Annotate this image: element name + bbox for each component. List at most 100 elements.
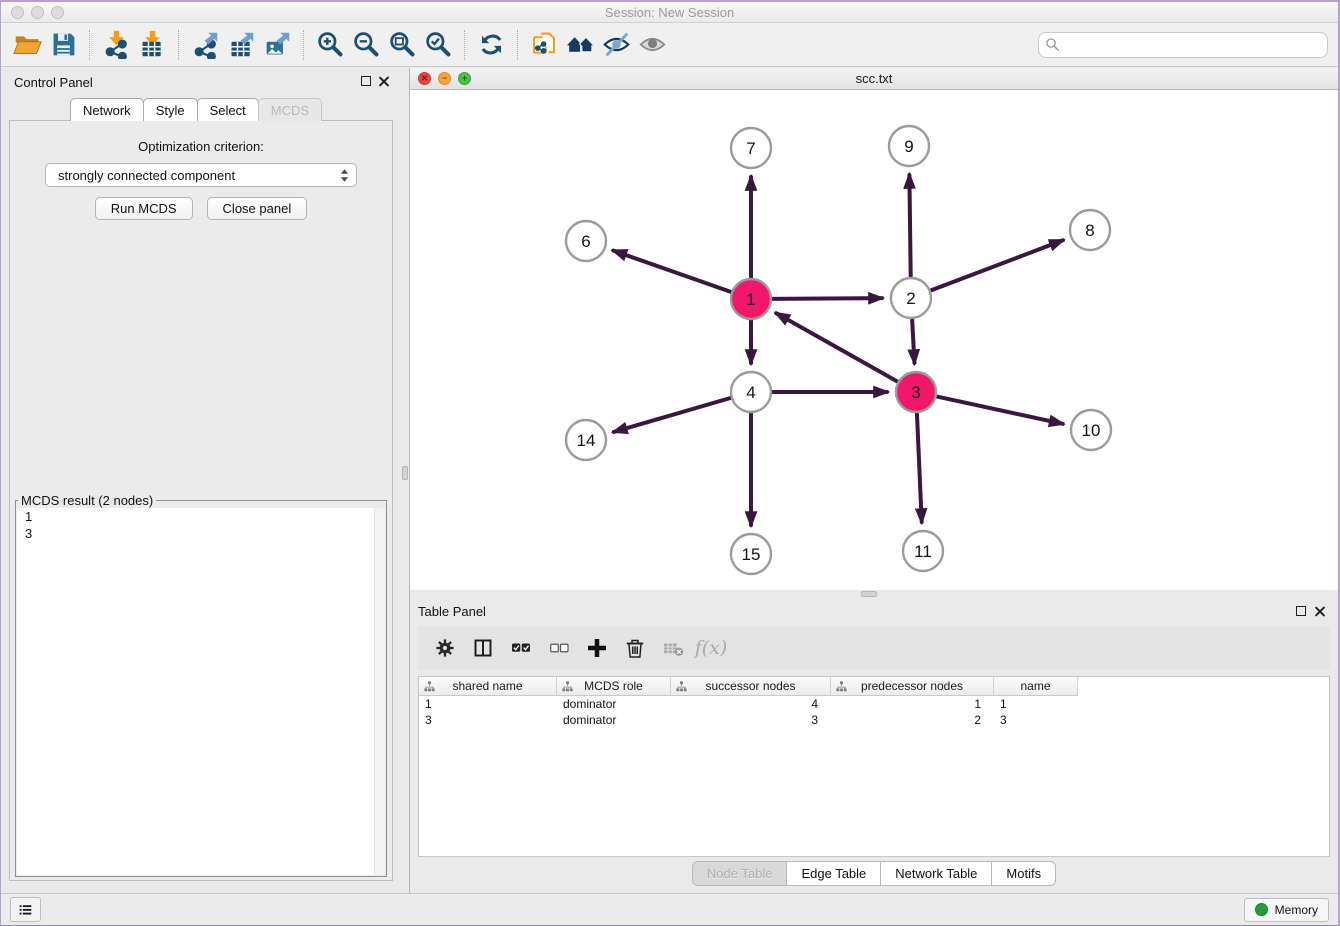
minimize-window-icon[interactable] <box>31 6 44 19</box>
tab-network[interactable]: Network <box>70 98 144 121</box>
table-row[interactable]: 3dominator323 <box>419 712 1329 728</box>
graph-edge-3-10[interactable] <box>937 396 1063 423</box>
graph-edge-1-2[interactable] <box>772 298 882 299</box>
maximize-network-icon[interactable]: + <box>458 72 471 85</box>
zoom-in-button[interactable] <box>312 27 348 63</box>
export-network-button[interactable] <box>187 27 223 63</box>
graph-node-11[interactable]: 11 <box>903 531 943 571</box>
minimize-network-icon[interactable]: − <box>438 72 451 85</box>
table-cell-name[interactable]: 1 <box>994 696 1078 712</box>
graph-node-14[interactable]: 14 <box>566 420 606 460</box>
graph-node-8[interactable]: 8 <box>1070 210 1110 250</box>
result-scrollbar[interactable] <box>374 508 385 875</box>
network-graph[interactable]: 7 9 6 8 1 2 4 3 14 10 15 11 <box>410 90 1340 590</box>
table-cell-mcds-role[interactable]: dominator <box>557 712 671 728</box>
column-header-name[interactable]: name <box>994 677 1078 696</box>
network-window-title: scc.txt <box>856 71 893 86</box>
graph-node-3[interactable]: 3 <box>896 372 936 412</box>
column-header-mcds-role[interactable]: MCDS role <box>557 677 671 696</box>
table-row[interactable]: 1dominator411 <box>419 696 1329 712</box>
graph-edge-2-9[interactable] <box>909 175 910 277</box>
table-cell-shared-name[interactable]: 3 <box>419 712 557 728</box>
graph-edge-2-8[interactable] <box>931 240 1063 290</box>
close-window-icon[interactable] <box>11 6 24 19</box>
close-network-icon[interactable]: ✕ <box>418 72 431 85</box>
unselect-all-columns-button[interactable] <box>544 633 574 663</box>
memory-button[interactable]: Memory <box>1244 898 1329 922</box>
graph-edge-3-1[interactable] <box>776 313 897 381</box>
graph-node-label: 9 <box>904 137 913 156</box>
graph-edge-1-6[interactable] <box>613 251 731 292</box>
graph-node-9[interactable]: 9 <box>889 126 929 166</box>
column-header-predecessor-nodes[interactable]: predecessor nodes <box>831 677 994 696</box>
graph-node-1[interactable]: 1 <box>731 279 771 319</box>
close-panel-icon[interactable] <box>1314 605 1326 617</box>
apply-layout-button[interactable] <box>473 27 509 63</box>
float-panel-icon[interactable] <box>1296 606 1306 616</box>
table-cell-successor-nodes[interactable]: 4 <box>671 696 831 712</box>
delete-table-button[interactable] <box>658 633 688 663</box>
table-cell-name[interactable]: 3 <box>994 712 1078 728</box>
network-canvas[interactable]: 7 9 6 8 1 2 4 3 14 10 15 11 <box>410 90 1338 590</box>
maximize-window-icon[interactable] <box>51 6 64 19</box>
column-header-successor-nodes[interactable]: successor nodes <box>671 677 831 696</box>
search-icon <box>1045 37 1060 52</box>
create-column-button[interactable] <box>582 633 612 663</box>
delete-columns-button[interactable] <box>620 633 650 663</box>
open-session-button[interactable] <box>9 27 45 63</box>
control-panel: Control Panel NetworkStyleSelectMCDS Opt… <box>1 68 401 893</box>
table-cell-successor-nodes[interactable]: 3 <box>671 712 831 728</box>
table-cell-predecessor-nodes[interactable]: 2 <box>831 712 994 728</box>
save-session-button[interactable] <box>45 27 81 63</box>
tab-network-table[interactable]: Network Table <box>880 861 992 886</box>
import-network-button[interactable] <box>98 27 134 63</box>
home-networks-button[interactable] <box>562 27 598 63</box>
splitter-grip[interactable] <box>402 466 408 480</box>
show-all-button[interactable] <box>634 27 670 63</box>
columns-icon <box>471 636 495 660</box>
graph-node-7[interactable]: 7 <box>731 128 771 168</box>
export-table-button[interactable] <box>223 27 259 63</box>
new-network-from-selection-button[interactable] <box>526 27 562 63</box>
table-cell-mcds-role[interactable]: dominator <box>557 696 671 712</box>
graph-node-2[interactable]: 2 <box>891 278 931 318</box>
tab-style[interactable]: Style <box>143 98 198 121</box>
vertical-splitter[interactable] <box>401 68 410 893</box>
zoom-selected-button[interactable] <box>420 27 456 63</box>
table-settings-button[interactable] <box>430 633 460 663</box>
splitter-grip[interactable] <box>861 591 877 597</box>
search-input[interactable] <box>1038 32 1328 58</box>
zoom-out-button[interactable] <box>348 27 384 63</box>
import-table-button[interactable] <box>134 27 170 63</box>
export-image-button[interactable] <box>259 27 295 63</box>
table-cell-shared-name[interactable]: 1 <box>419 696 557 712</box>
graph-edge-2-3[interactable] <box>912 319 914 363</box>
run-mcds-button[interactable]: Run MCDS <box>95 197 193 220</box>
column-header-shared-name[interactable]: shared name <box>419 677 557 696</box>
close-panel-icon[interactable] <box>378 75 390 87</box>
graph-edge-4-14[interactable] <box>614 398 731 432</box>
graph-node-6[interactable]: 6 <box>566 221 606 261</box>
tab-node-table[interactable]: Node Table <box>692 861 788 886</box>
graph-edge-3-11[interactable] <box>917 413 922 522</box>
close-panel-button[interactable]: Close panel <box>207 197 308 220</box>
show-columns-button[interactable] <box>468 633 498 663</box>
tab-mcds[interactable]: MCDS <box>258 98 322 121</box>
select-all-columns-button[interactable] <box>506 633 536 663</box>
tab-motifs[interactable]: Motifs <box>991 861 1056 886</box>
zoom-fit-button[interactable] <box>384 27 420 63</box>
optimization-select[interactable]: strongly connected component <box>45 163 357 187</box>
float-panel-icon[interactable] <box>361 76 371 86</box>
table-cell-predecessor-nodes[interactable]: 1 <box>831 696 994 712</box>
function-builder-button[interactable]: f(x) <box>696 633 726 663</box>
tab-edge-table[interactable]: Edge Table <box>786 861 881 886</box>
horizontal-splitter[interactable] <box>410 590 1338 598</box>
table-panel: Table Panel f(x) shared nameMCDS rolesuc… <box>410 598 1338 893</box>
graph-node-15[interactable]: 15 <box>731 534 771 574</box>
task-history-button[interactable] <box>10 897 41 922</box>
graph-node-10[interactable]: 10 <box>1071 410 1111 450</box>
graph-node-4[interactable]: 4 <box>731 372 771 412</box>
tab-select[interactable]: Select <box>197 98 259 121</box>
zoom-in-icon <box>316 30 345 59</box>
hide-selected-button[interactable] <box>598 27 634 63</box>
